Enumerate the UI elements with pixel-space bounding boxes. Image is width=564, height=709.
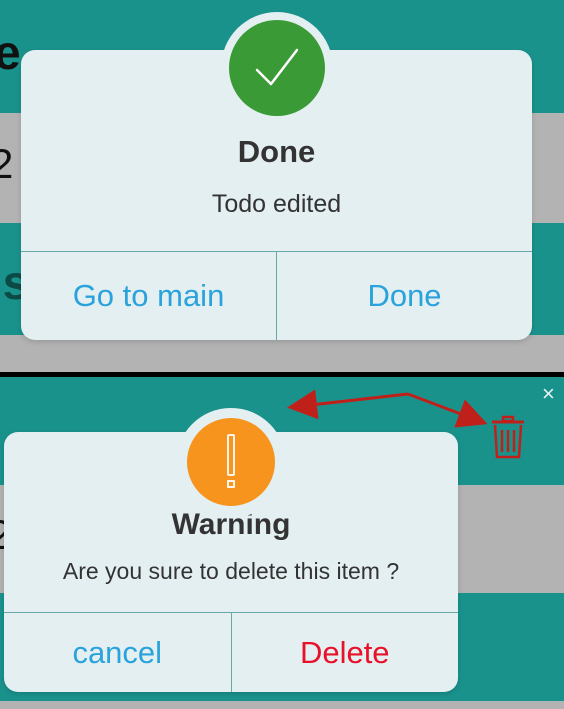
done-button[interactable]: Done bbox=[276, 252, 532, 340]
dialog-button-row: Go to main Done bbox=[21, 251, 532, 340]
background-title-fragment: e bbox=[0, 27, 21, 80]
dialog-message: Are you sure to delete this item ? bbox=[62, 558, 400, 584]
go-to-main-button[interactable]: Go to main bbox=[21, 252, 276, 340]
success-dialog-screen: e 2 ils Done Todo edited Go to main Done bbox=[0, 0, 564, 372]
dialog-button-row: cancel Delete bbox=[4, 612, 458, 692]
trash-icon[interactable] bbox=[490, 415, 526, 459]
dialog-message: Todo edited bbox=[211, 190, 342, 218]
background-row bbox=[0, 701, 564, 709]
cancel-button[interactable]: cancel bbox=[4, 613, 231, 692]
checkmark-icon bbox=[229, 20, 325, 116]
background-value-fragment: 2 bbox=[0, 140, 14, 187]
warning-dialog-screen: 2 ils × Warning Are you sure to delete t… bbox=[0, 377, 564, 709]
dialog-title: Done bbox=[237, 134, 316, 169]
exclamation-icon bbox=[187, 418, 275, 506]
delete-button[interactable]: Delete bbox=[230, 613, 459, 692]
background-row bbox=[0, 335, 564, 372]
